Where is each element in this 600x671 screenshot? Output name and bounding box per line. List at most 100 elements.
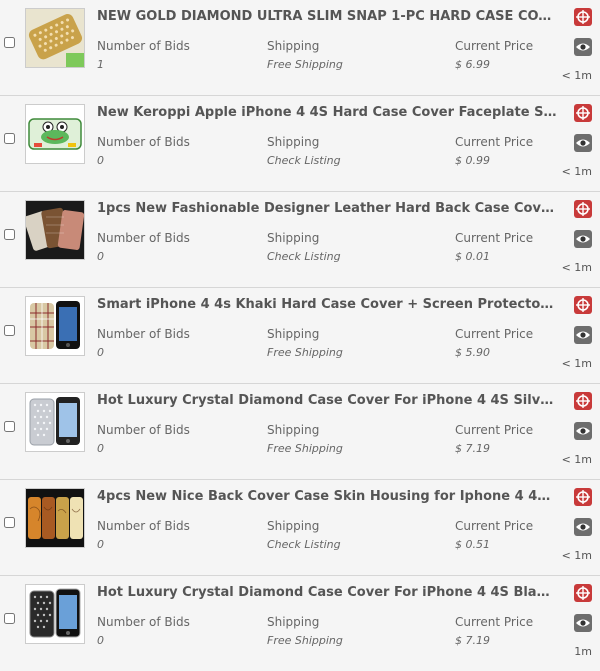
shipping-label: Shipping	[267, 423, 320, 437]
time-left: < 1m	[561, 357, 592, 370]
price-value: $ 7.19	[455, 442, 490, 455]
shipping-label: Shipping	[267, 231, 320, 245]
shipping-value: Free Shipping	[267, 346, 343, 359]
watch-button[interactable]	[574, 326, 592, 344]
watch-button[interactable]	[574, 134, 592, 152]
target-icon	[574, 392, 592, 410]
listing-title[interactable]: 4pcs New Nice Back Cover Case Skin Housi…	[97, 489, 557, 504]
time-left: < 1m	[561, 69, 592, 82]
price-value: $ 7.19	[455, 634, 490, 647]
eye-icon	[574, 134, 592, 152]
bids-label: Number of Bids	[97, 519, 190, 533]
watch-button[interactable]	[574, 518, 592, 536]
time-left: 1m	[574, 645, 592, 658]
target-icon	[574, 584, 592, 602]
select-checkbox[interactable]	[4, 133, 15, 144]
time-left: < 1m	[561, 261, 592, 274]
listing-list: NEW GOLD DIAMOND ULTRA SLIM SNAP 1-PC HA…	[0, 0, 600, 671]
shipping-label: Shipping	[267, 615, 320, 629]
watch-button[interactable]	[574, 614, 592, 632]
select-checkbox[interactable]	[4, 325, 15, 336]
target-button[interactable]	[574, 8, 592, 26]
eye-icon	[574, 422, 592, 440]
price-label: Current Price	[455, 39, 534, 53]
shipping-value: Check Listing	[267, 250, 341, 263]
select-checkbox[interactable]	[4, 517, 15, 528]
shipping-label: Shipping	[267, 135, 320, 149]
shipping-value: Free Shipping	[267, 442, 343, 455]
select-checkbox[interactable]	[4, 37, 15, 48]
shipping-value: Free Shipping	[267, 58, 343, 71]
bids-label: Number of Bids	[97, 327, 190, 341]
bids-value: 0	[97, 634, 104, 647]
bids-label: Number of Bids	[97, 423, 190, 437]
listing-row: New Keroppi Apple iPhone 4 4S Hard Case …	[0, 96, 600, 192]
shipping-label: Shipping	[267, 327, 320, 341]
bids-value: 0	[97, 538, 104, 551]
listing-row: Hot Luxury Crystal Diamond Case Cover Fo…	[0, 576, 600, 671]
price-label: Current Price	[455, 423, 534, 437]
price-value: $ 0.99	[455, 154, 490, 167]
bids-label: Number of Bids	[97, 39, 190, 53]
target-button[interactable]	[574, 488, 592, 506]
listing-row: 1pcs New Fashionable Designer Leather Ha…	[0, 192, 600, 288]
eye-icon	[574, 614, 592, 632]
target-button[interactable]	[574, 392, 592, 410]
target-button[interactable]	[574, 200, 592, 218]
product-thumbnail[interactable]	[25, 8, 85, 68]
price-value: $ 5.90	[455, 346, 490, 359]
listing-row: Hot Luxury Crystal Diamond Case Cover Fo…	[0, 384, 600, 480]
bids-value: 0	[97, 154, 104, 167]
bids-label: Number of Bids	[97, 615, 190, 629]
product-thumbnail[interactable]	[25, 488, 85, 548]
bids-label: Number of Bids	[97, 231, 190, 245]
bids-label: Number of Bids	[97, 135, 190, 149]
target-icon	[574, 104, 592, 122]
bids-value: 0	[97, 442, 104, 455]
product-thumbnail[interactable]	[25, 200, 85, 260]
select-checkbox[interactable]	[4, 421, 15, 432]
watch-button[interactable]	[574, 230, 592, 248]
price-label: Current Price	[455, 135, 534, 149]
shipping-value: Free Shipping	[267, 634, 343, 647]
listing-row: NEW GOLD DIAMOND ULTRA SLIM SNAP 1-PC HA…	[0, 0, 600, 96]
target-icon	[574, 8, 592, 26]
target-icon	[574, 296, 592, 314]
bids-value: 1	[97, 58, 104, 71]
listing-title[interactable]: Hot Luxury Crystal Diamond Case Cover Fo…	[97, 393, 557, 408]
price-label: Current Price	[455, 327, 534, 341]
target-button[interactable]	[574, 584, 592, 602]
eye-icon	[574, 326, 592, 344]
target-icon	[574, 200, 592, 218]
select-checkbox[interactable]	[4, 229, 15, 240]
select-checkbox[interactable]	[4, 613, 15, 624]
product-thumbnail[interactable]	[25, 392, 85, 452]
listing-title[interactable]: New Keroppi Apple iPhone 4 4S Hard Case …	[97, 105, 557, 120]
watch-button[interactable]	[574, 38, 592, 56]
listing-title[interactable]: NEW GOLD DIAMOND ULTRA SLIM SNAP 1-PC HA…	[97, 9, 557, 24]
watch-button[interactable]	[574, 422, 592, 440]
price-value: $ 6.99	[455, 58, 490, 71]
bids-value: 0	[97, 346, 104, 359]
product-thumbnail[interactable]	[25, 584, 85, 644]
price-value: $ 0.51	[455, 538, 490, 551]
price-value: $ 0.01	[455, 250, 490, 263]
listing-title[interactable]: Smart iPhone 4 4s Khaki Hard Case Cover …	[97, 297, 557, 312]
price-label: Current Price	[455, 615, 534, 629]
eye-icon	[574, 518, 592, 536]
time-left: < 1m	[561, 165, 592, 178]
eye-icon	[574, 230, 592, 248]
time-left: < 1m	[561, 453, 592, 466]
shipping-value: Check Listing	[267, 154, 341, 167]
listing-title[interactable]: 1pcs New Fashionable Designer Leather Ha…	[97, 201, 557, 216]
product-thumbnail[interactable]	[25, 104, 85, 164]
target-button[interactable]	[574, 104, 592, 122]
listing-title[interactable]: Hot Luxury Crystal Diamond Case Cover Fo…	[97, 585, 557, 600]
price-label: Current Price	[455, 519, 534, 533]
listing-row: 4pcs New Nice Back Cover Case Skin Housi…	[0, 480, 600, 576]
time-left: < 1m	[561, 549, 592, 562]
target-button[interactable]	[574, 296, 592, 314]
shipping-label: Shipping	[267, 39, 320, 53]
product-thumbnail[interactable]	[25, 296, 85, 356]
price-label: Current Price	[455, 231, 534, 245]
